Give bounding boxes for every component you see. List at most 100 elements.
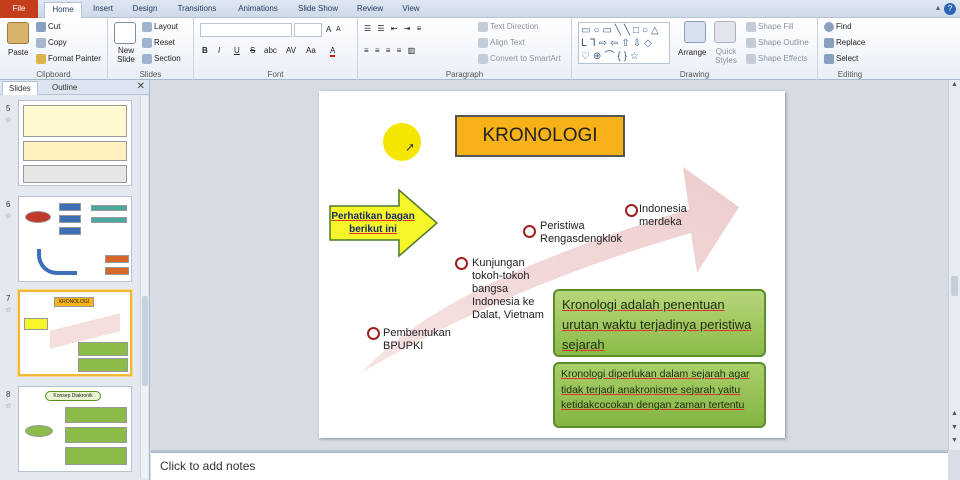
explanation-box[interactable]: Kronologi diperlukan dalam sejarah agar … <box>553 362 766 428</box>
tab-view[interactable]: View <box>396 2 426 18</box>
new-slide-icon[interactable] <box>114 22 136 44</box>
thumb-shape <box>78 358 128 372</box>
shape-fill-label: Shape Fill <box>758 22 794 32</box>
shrink-font-button[interactable]: A <box>336 26 341 33</box>
event-label[interactable]: Pembentukan BPUPKI <box>383 327 463 353</box>
text-direction-button[interactable]: Text Direction <box>478 22 538 32</box>
quick-styles-button[interactable]: Quick Styles <box>710 47 742 65</box>
notes-placeholder: Click to add notes <box>160 459 256 473</box>
reset-label: Reset <box>154 38 175 48</box>
replace-button[interactable]: Replace <box>824 38 865 48</box>
find-button[interactable]: Find <box>824 22 852 32</box>
tab-slide-show[interactable]: Slide Show <box>292 2 344 18</box>
thumb-shape <box>65 447 127 465</box>
paragraph-group-label: Paragraph <box>445 70 484 79</box>
thumb-title: KRONOLOGI <box>54 297 94 307</box>
format-painter-label: Format Painter <box>48 54 101 64</box>
align-buttons[interactable]: ≡ ≡ ≡ ≡ ▥ <box>364 46 417 55</box>
scroll-down-double-icon[interactable]: ▼ <box>950 424 959 434</box>
strikethrough-button[interactable]: S <box>250 46 255 55</box>
bold-button[interactable]: B <box>202 46 208 55</box>
tab-transitions[interactable]: Transitions <box>172 2 222 18</box>
definition-box[interactable]: Kronologi adalah penentuan urutan waktu … <box>553 289 766 357</box>
scroll-up-double-icon[interactable]: ▲ <box>950 410 959 420</box>
convert-smartart-label: Convert to SmartArt <box>490 54 561 64</box>
section-button[interactable]: Section <box>142 54 181 64</box>
shape-effects-button[interactable]: Shape Effects <box>746 54 808 64</box>
tab-home[interactable]: Home <box>44 2 82 18</box>
format-painter-button[interactable]: Format Painter <box>36 54 101 64</box>
notes-pane[interactable]: Click to add notes <box>151 452 948 480</box>
list-buttons[interactable]: ☰ ☰ ⇤ ⇥ ≡ <box>364 24 423 33</box>
animation-star-icon: ☆ <box>5 213 12 220</box>
tab-outline[interactable]: Outline <box>46 81 83 95</box>
layout-icon <box>142 22 152 32</box>
panel-scrollbar[interactable] <box>140 96 148 478</box>
event-label[interactable]: Peristiwa Rengasdengklok <box>540 220 632 246</box>
tab-slides[interactable]: Slides <box>2 81 38 95</box>
editor-scroll-thumb[interactable] <box>951 276 958 296</box>
slide-number: 5 <box>6 104 11 113</box>
align-text-button[interactable]: Align Text <box>478 38 525 48</box>
change-case-button[interactable]: Aa <box>306 46 316 55</box>
layout-button[interactable]: Layout <box>142 22 178 32</box>
shapes-gallery[interactable]: ▭○▭╲╲□○△ ᒪᒣ⇨⇦⇧⇩◇ ♡⊕⌒{}☆ <box>578 22 670 64</box>
underline-button[interactable]: U <box>234 46 240 55</box>
slide-number: 7 <box>6 294 11 303</box>
layout-label: Layout <box>154 22 179 32</box>
editor-scrollbar[interactable]: ▲ ▲ ▼ ▼ <box>948 80 960 450</box>
shape-fill-button[interactable]: Shape Fill <box>746 22 794 32</box>
close-panel-icon[interactable]: ✕ <box>137 81 145 92</box>
arrange-icon[interactable] <box>684 21 706 43</box>
slide-thumbnail-5[interactable] <box>18 100 132 186</box>
tab-insert[interactable]: Insert <box>88 2 118 18</box>
brush-icon <box>36 54 46 64</box>
tab-file[interactable]: File <box>0 0 38 18</box>
tab-animations[interactable]: Animations <box>232 2 284 18</box>
minimize-ribbon-icon[interactable]: ▴ <box>936 3 940 12</box>
tab-review[interactable]: Review <box>352 2 388 18</box>
replace-label: Replace <box>836 38 866 48</box>
quick-styles-icon[interactable] <box>714 21 736 43</box>
timeline-marker <box>523 225 536 238</box>
outline-icon <box>746 38 756 48</box>
slide-thumbnail-8[interactable]: Konsep Diakronik <box>18 386 132 472</box>
spacing-button[interactable]: AV <box>286 46 296 55</box>
new-slide-button[interactable]: New Slide <box>112 46 140 64</box>
event-label[interactable]: Kunjungan tokoh-tokoh bangsa Indonesia k… <box>472 257 544 322</box>
scroll-up-icon[interactable]: ▲ <box>950 81 959 91</box>
grow-font-button[interactable]: A <box>326 25 331 34</box>
reset-button[interactable]: Reset <box>142 38 175 48</box>
thumb-shape <box>59 215 81 223</box>
tab-design[interactable]: Design <box>128 2 162 18</box>
shape-outline-button[interactable]: Shape Outline <box>746 38 809 48</box>
panel-scroll-thumb[interactable] <box>142 296 148 386</box>
callout-text[interactable]: Perhatikan bagan berikut ini <box>331 210 415 236</box>
font-name-dropdown[interactable] <box>200 23 292 37</box>
font-color-button[interactable]: A <box>330 46 336 57</box>
effects-icon <box>746 54 756 64</box>
convert-smartart-button[interactable]: Convert to SmartArt <box>478 54 561 64</box>
arrange-button[interactable]: Arrange <box>678 48 706 57</box>
scissors-icon <box>36 22 46 32</box>
font-size-dropdown[interactable] <box>294 23 322 37</box>
cut-button[interactable]: Cut <box>36 22 60 32</box>
slide-thumbnail-7[interactable]: KRONOLOGI <box>18 290 132 376</box>
align-text-icon <box>478 38 488 48</box>
animation-star-icon: ☆ <box>5 403 12 410</box>
timeline-marker <box>625 204 638 217</box>
select-button[interactable]: Select <box>824 54 858 64</box>
copy-button[interactable]: Copy <box>36 38 67 48</box>
shadow-button[interactable]: abc <box>264 46 277 55</box>
italic-button[interactable]: I <box>218 46 220 55</box>
slide-thumbnail-6[interactable] <box>18 196 132 282</box>
slide-canvas[interactable]: ➚ KRONOLOGI Perhatikan bagan berikut ini… <box>319 91 785 438</box>
drawing-group-label: Drawing <box>679 70 710 79</box>
scroll-down-icon[interactable]: ▼ <box>950 437 959 447</box>
paste-icon[interactable] <box>7 22 29 44</box>
event-label[interactable]: Indonesia merdeka <box>639 203 701 229</box>
help-icon[interactable]: ? <box>944 3 956 15</box>
shape-outline-label: Shape Outline <box>758 38 809 48</box>
paste-button[interactable]: Paste <box>8 48 28 57</box>
slide-title[interactable]: KRONOLOGI <box>455 115 625 157</box>
